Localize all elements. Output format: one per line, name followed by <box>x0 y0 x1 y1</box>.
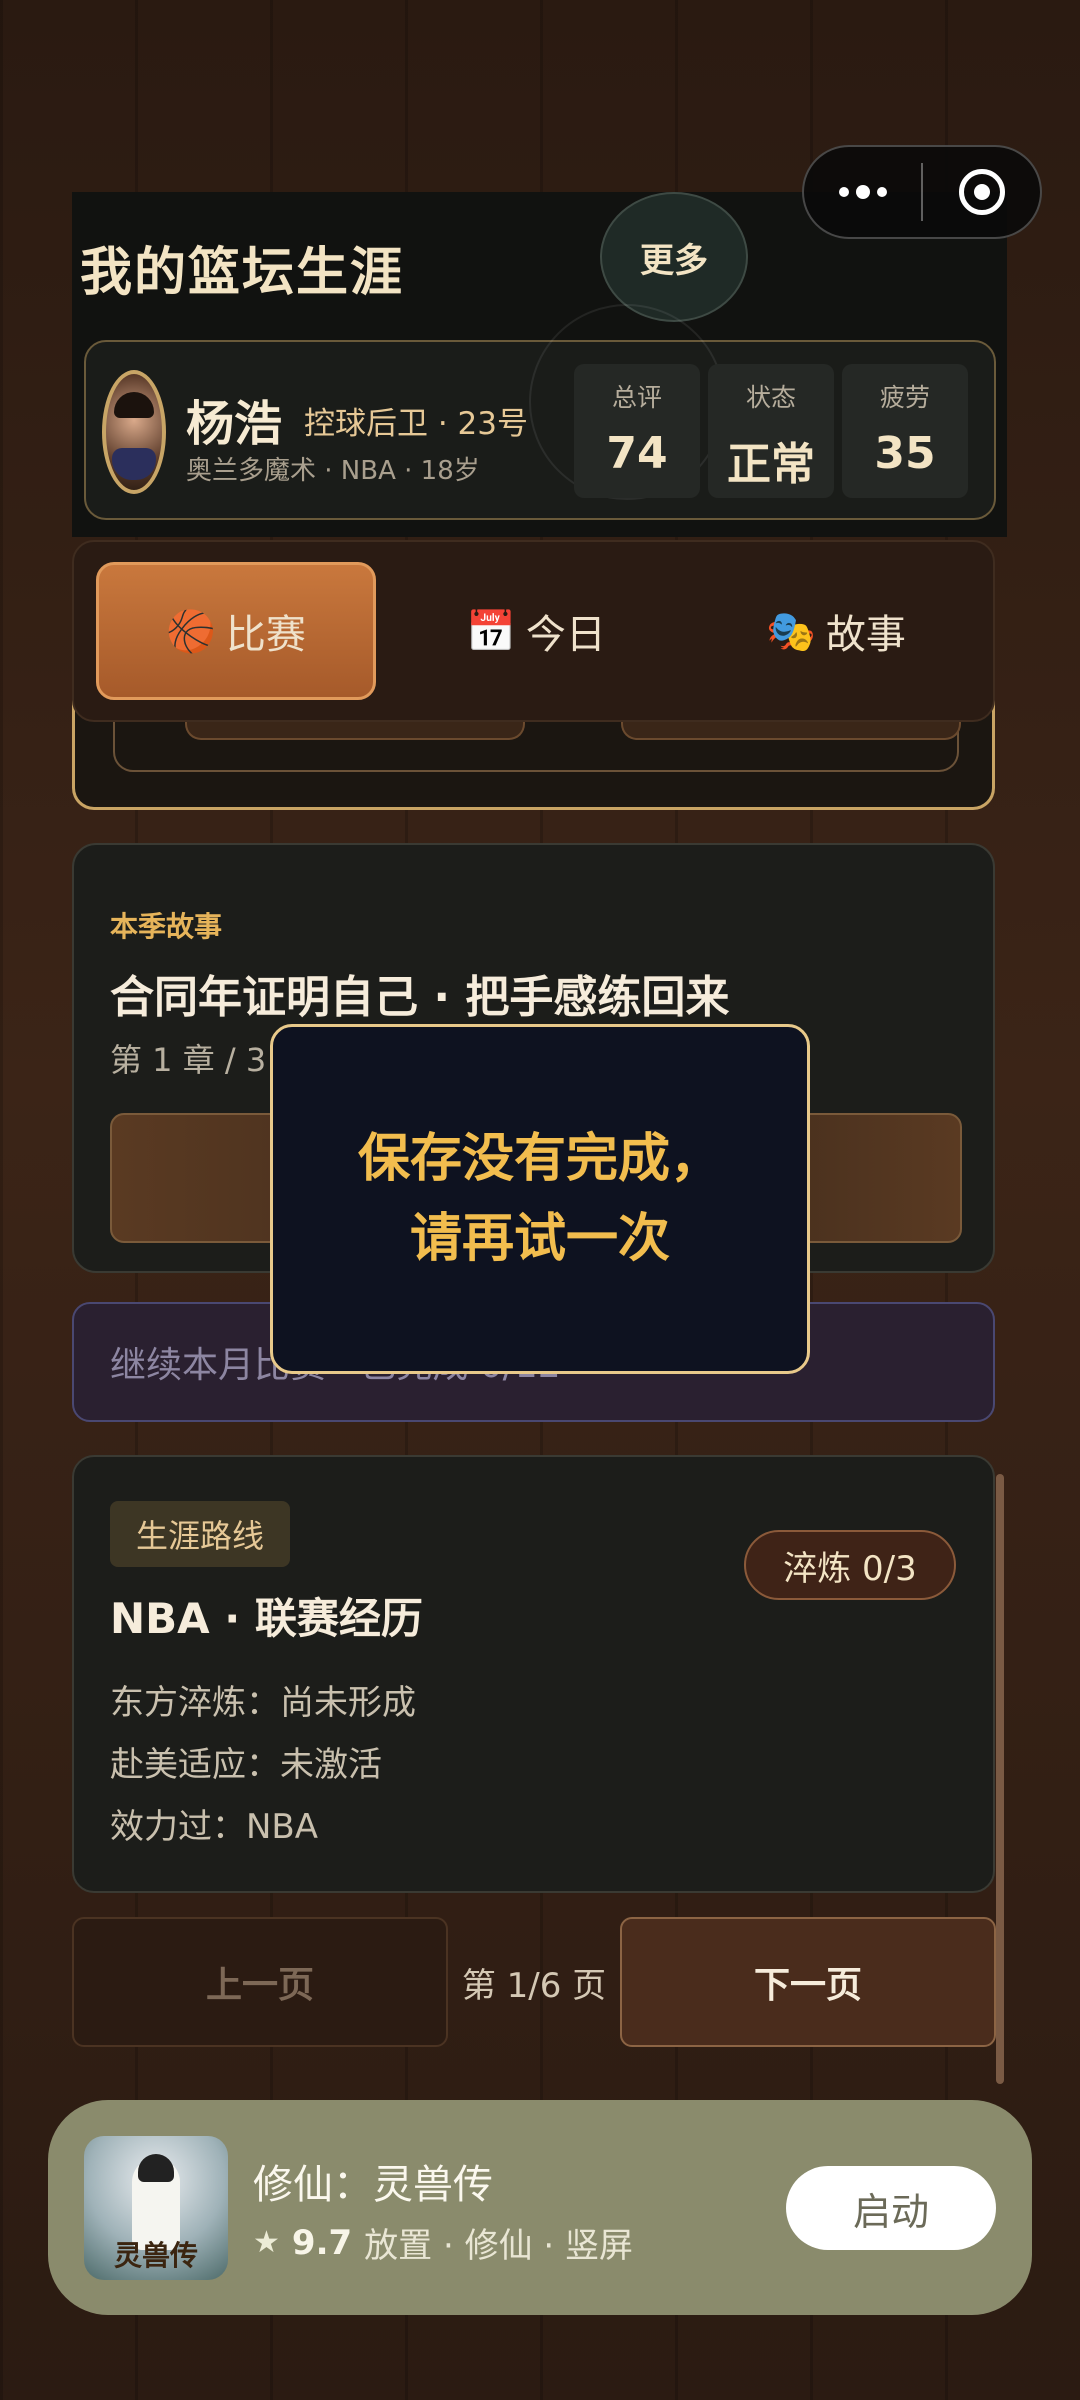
player-team-line: 奥兰多魔术 · NBA · 18岁 <box>186 456 480 486</box>
ad-rating: 9.7 <box>291 2222 353 2263</box>
tab-label: 比赛 <box>225 612 306 658</box>
thumbnail-text: 灵兽传 <box>113 2239 198 2272</box>
player-name: 杨浩 <box>186 396 283 452</box>
error-toast: 保存没有完成，请再试一次 <box>270 1024 810 1374</box>
calendar-icon: 📅 <box>466 608 516 655</box>
stat-label: 总评 <box>611 383 662 412</box>
stat-condition: 状态 正常 <box>708 364 834 498</box>
header: 我的篮坛生涯 更多 杨浩 控球后卫 · 23号 奥兰多魔术 · NBA · 18… <box>72 192 1007 537</box>
tab-label: 今日 <box>525 612 606 658</box>
star-icon: ★ <box>253 2225 280 2260</box>
toast-message: 保存没有完成，请再试一次 <box>357 1129 722 1269</box>
story-kicker: 本季故事 <box>110 910 223 943</box>
prev-page-button[interactable]: 上一页 <box>72 1917 448 2047</box>
ad-app-name: 修仙：灵兽传 <box>253 2162 493 2208</box>
training-progress-pill: 淬炼 0/3 <box>744 1530 956 1600</box>
career-badge: 生涯路线 <box>110 1501 291 1567</box>
launch-button[interactable]: 启动 <box>786 2166 996 2250</box>
game-ad-banner[interactable]: 灵兽传 修仙：灵兽传 ★ 9.7 放置 · 修仙 · 竖屏 启动 <box>48 2100 1032 2315</box>
stat-value: 正常 <box>727 439 815 490</box>
miniprogram-capsule <box>802 145 1042 239</box>
next-page-button[interactable]: 下一页 <box>620 1917 996 2047</box>
page-indicator: 第 1/6 页 <box>461 1965 607 2006</box>
more-button[interactable]: 更多 <box>600 192 748 322</box>
player-position: 控球后卫 · 23号 <box>304 406 529 442</box>
game-thumbnail: 灵兽传 <box>84 2136 228 2280</box>
career-route-card: 生涯路线 淬炼 0/3 NBA · 联赛经历 东方淬炼：尚未形成 赴美适应：未激… <box>72 1455 995 1893</box>
stat-value: 35 <box>874 428 936 479</box>
tab-bar: 🏀 比赛 📅 今日 🎭 故事 <box>72 540 995 722</box>
tab-label: 故事 <box>825 612 906 658</box>
tab-story[interactable]: 🎭 故事 <box>696 562 976 700</box>
stat-fatigue: 疲劳 35 <box>842 364 968 498</box>
avatar <box>102 370 166 494</box>
story-chapter: 第 1 章 / 3 <box>110 1041 267 1079</box>
career-line: 东方淬炼：尚未形成 <box>110 1683 416 1723</box>
stat-label: 状态 <box>745 383 796 412</box>
stat-label: 疲劳 <box>879 383 930 412</box>
tab-match[interactable]: 🏀 比赛 <box>96 562 376 700</box>
scrollbar[interactable] <box>996 1474 1004 2084</box>
career-title: NBA · 联赛经历 <box>110 1594 423 1643</box>
stat-value: 74 <box>606 428 668 479</box>
tab-today[interactable]: 📅 今日 <box>396 562 676 700</box>
career-line: 赴美适应：未激活 <box>110 1745 382 1785</box>
ad-tags: 放置 · 修仙 · 竖屏 <box>364 2226 633 2266</box>
more-options-icon[interactable] <box>804 185 921 199</box>
basketball-icon: 🏀 <box>166 608 216 655</box>
theater-masks-icon: 🎭 <box>766 608 816 655</box>
page-title: 我的篮坛生涯 <box>80 243 405 303</box>
ad-meta: ★ 9.7 放置 · 修仙 · 竖屏 <box>253 2218 633 2267</box>
career-line: 效力过：NBA <box>110 1807 319 1847</box>
stat-overall: 总评 74 <box>574 364 700 498</box>
close-miniprogram-icon[interactable] <box>923 169 1040 215</box>
story-headline: 合同年证明自己 · 把手感练回来 <box>110 972 730 1023</box>
player-card[interactable]: 杨浩 控球后卫 · 23号 奥兰多魔术 · NBA · 18岁 总评 74 状态… <box>84 304 996 520</box>
